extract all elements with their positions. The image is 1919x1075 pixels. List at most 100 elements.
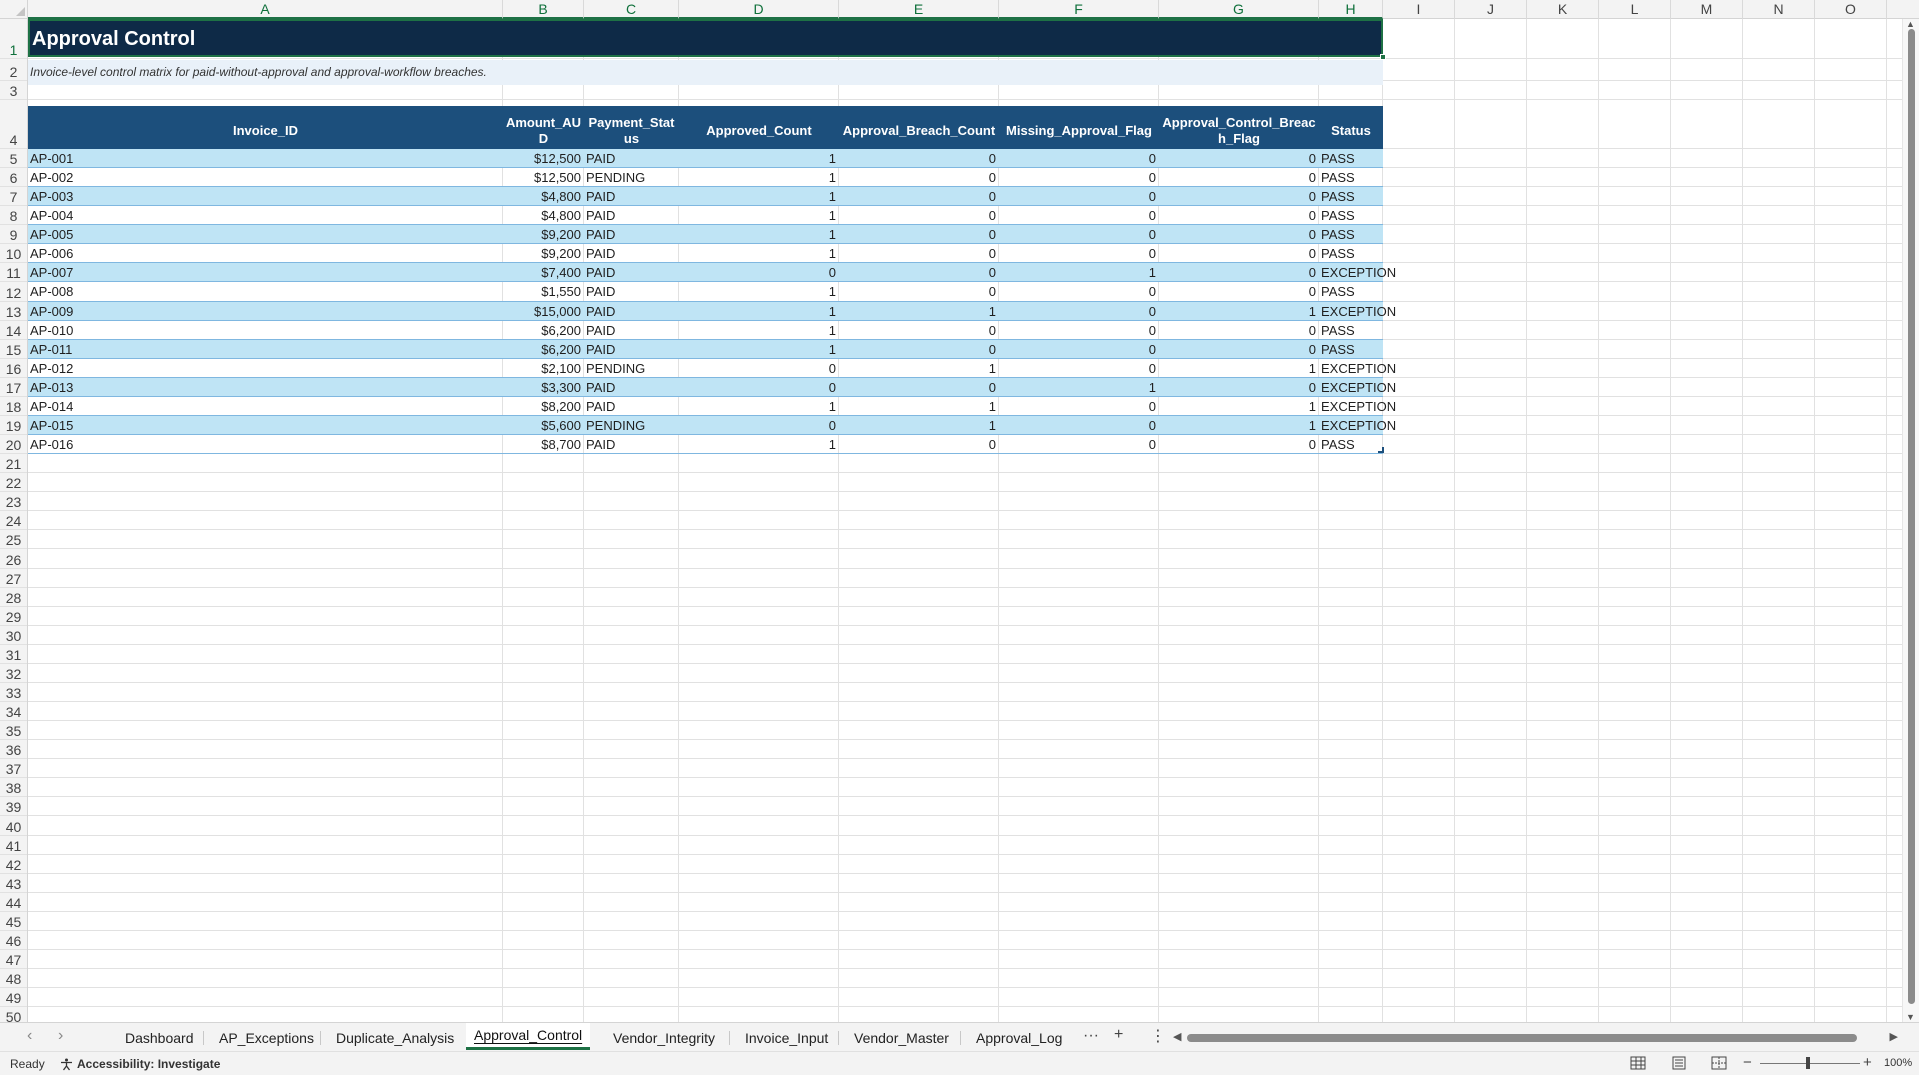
scroll-down-icon[interactable]: ▼ (1906, 1012, 1915, 1022)
vertical-scroll-thumb[interactable] (1908, 29, 1915, 1004)
cell-approval-control-breach-flag[interactable]: 0 (1159, 321, 1319, 340)
table-header-missing-approval-flag[interactable]: Missing_Approval_Flag (999, 106, 1159, 155)
cell-payment-status[interactable]: PAID (584, 244, 679, 263)
cell-amount-aud[interactable]: $7,400 (503, 263, 584, 282)
cell-amount-aud[interactable]: $6,200 (503, 340, 584, 359)
cell-approved-count[interactable]: 0 (679, 416, 839, 435)
cell-status[interactable]: PASS (1319, 340, 1383, 359)
column-header-k[interactable]: K (1527, 0, 1599, 19)
cell-approval-control-breach-flag[interactable]: 0 (1159, 378, 1319, 397)
cell-status[interactable]: EXCEPTION (1319, 378, 1396, 397)
cell-amount-aud[interactable]: $5,600 (503, 416, 584, 435)
cell-payment-status[interactable]: PENDING (584, 416, 679, 435)
cell-approved-count[interactable]: 1 (679, 321, 839, 340)
cell-invoice-id[interactable]: AP-002 (28, 168, 503, 187)
row-header-7[interactable]: 7 (0, 187, 27, 207)
cell-approval-control-breach-flag[interactable]: 0 (1159, 187, 1319, 206)
column-header-l[interactable]: L (1599, 0, 1671, 19)
row-header-50[interactable]: 50 (0, 1007, 27, 1022)
cell-status[interactable]: EXCEPTION (1319, 302, 1396, 321)
cell-missing-approval-flag[interactable]: 0 (999, 302, 1159, 321)
cell-payment-status[interactable]: PAID (584, 340, 679, 359)
column-header-m[interactable]: M (1671, 0, 1743, 19)
cell-invoice-id[interactable]: AP-009 (28, 302, 503, 321)
cell-payment-status[interactable]: PENDING (584, 168, 679, 187)
cell-amount-aud[interactable]: $2,100 (503, 359, 584, 378)
cell-approval-breach-count[interactable]: 0 (839, 378, 999, 397)
cell-approved-count[interactable]: 0 (679, 359, 839, 378)
cell-payment-status[interactable]: PAID (584, 302, 679, 321)
row-header-46[interactable]: 46 (0, 931, 27, 950)
cell-amount-aud[interactable]: $15,000 (503, 302, 584, 321)
row-header-14[interactable]: 14 (0, 321, 27, 340)
cell-approval-breach-count[interactable]: 0 (839, 282, 999, 301)
cell-approval-control-breach-flag[interactable]: 0 (1159, 168, 1319, 187)
cell-status[interactable]: PASS (1319, 244, 1383, 263)
row-header-27[interactable]: 27 (0, 569, 27, 588)
cell-invoice-id[interactable]: AP-016 (28, 435, 503, 454)
row-header-42[interactable]: 42 (0, 855, 27, 874)
cell-approval-control-breach-flag[interactable]: 0 (1159, 435, 1319, 454)
column-header-a[interactable]: A (28, 0, 503, 19)
accessibility-status[interactable]: Accessibility: Investigate (60, 1057, 220, 1071)
cell-amount-aud[interactable]: $8,200 (503, 397, 584, 416)
cell-status[interactable]: EXCEPTION (1319, 359, 1396, 378)
cell-status[interactable]: PASS (1319, 187, 1383, 206)
cell-amount-aud[interactable]: $4,800 (503, 187, 584, 206)
cell-amount-aud[interactable]: $9,200 (503, 244, 584, 263)
sheet-tab-invoice-input[interactable]: Invoice_Input (743, 1027, 830, 1049)
cell-payment-status[interactable]: PAID (584, 263, 679, 282)
cell-invoice-id[interactable]: AP-011 (28, 340, 503, 359)
row-header-2[interactable]: 2 (0, 59, 27, 81)
cell-invoice-id[interactable]: AP-001 (28, 149, 503, 168)
sheet-tab-vendor-integrity[interactable]: Vendor_Integrity (611, 1027, 717, 1049)
column-header-b[interactable]: B (503, 0, 584, 19)
row-header-4[interactable]: 4 (0, 100, 27, 149)
row-header-39[interactable]: 39 (0, 797, 27, 817)
add-sheet-button[interactable]: + (1114, 1026, 1123, 1044)
cell-missing-approval-flag[interactable]: 0 (999, 282, 1159, 301)
cell-approval-breach-count[interactable]: 0 (839, 206, 999, 225)
cell-approved-count[interactable]: 1 (679, 435, 839, 454)
cell-missing-approval-flag[interactable]: 0 (999, 225, 1159, 244)
row-header-11[interactable]: 11 (0, 263, 27, 283)
cell-amount-aud[interactable]: $1,550 (503, 282, 584, 301)
cell-approval-breach-count[interactable]: 0 (839, 225, 999, 244)
cell-approval-control-breach-flag[interactable]: 1 (1159, 359, 1319, 378)
row-header-23[interactable]: 23 (0, 492, 27, 512)
cell-amount-aud[interactable]: $12,500 (503, 149, 584, 168)
cell-approval-breach-count[interactable]: 1 (839, 416, 999, 435)
scroll-right-icon[interactable]: ▶ (1890, 1030, 1898, 1043)
cell-approved-count[interactable]: 1 (679, 282, 839, 301)
cell-invoice-id[interactable]: AP-006 (28, 244, 503, 263)
row-header-18[interactable]: 18 (0, 397, 27, 416)
cell-invoice-id[interactable]: AP-013 (28, 378, 503, 397)
sheet-tab-approval-log[interactable]: Approval_Log (974, 1027, 1064, 1049)
cell-approved-count[interactable]: 1 (679, 168, 839, 187)
cell-approved-count[interactable]: 1 (679, 225, 839, 244)
zoom-level[interactable]: 100% (1884, 1057, 1912, 1069)
row-header-40[interactable]: 40 (0, 816, 27, 836)
cell-invoice-id[interactable]: AP-003 (28, 187, 503, 206)
cell-approved-count[interactable]: 0 (679, 263, 839, 282)
cell-status[interactable]: PASS (1319, 225, 1383, 244)
row-header-47[interactable]: 47 (0, 950, 27, 969)
cell-payment-status[interactable]: PAID (584, 187, 679, 206)
sheet-tab-duplicate-analysis[interactable]: Duplicate_Analysis (334, 1027, 456, 1049)
table-header-approval-control-breach-flag[interactable]: Approval_Control_Breac h_Flag (1159, 106, 1319, 155)
spreadsheet-grid[interactable]: ABCDEFGHIJKLMNO 1 2 3 4 5 6 7 8 9 10 11 12 13 14 15 16 1… (0, 0, 1919, 1022)
row-header-49[interactable]: 49 (0, 988, 27, 1008)
more-tabs-button[interactable]: ··· (1083, 1027, 1099, 1045)
row-header-3[interactable]: 3 (0, 81, 27, 100)
cell-payment-status[interactable]: PAID (584, 225, 679, 244)
cell-payment-status[interactable]: PAID (584, 378, 679, 397)
cell-payment-status[interactable]: PAID (584, 435, 679, 454)
row-header-48[interactable]: 48 (0, 969, 27, 989)
cell-missing-approval-flag[interactable]: 0 (999, 416, 1159, 435)
cell-status[interactable]: PASS (1319, 168, 1383, 187)
horizontal-scroll-thumb[interactable] (1187, 1034, 1857, 1042)
cell-payment-status[interactable]: PAID (584, 149, 679, 168)
row-header-34[interactable]: 34 (0, 702, 27, 722)
cell-status[interactable]: EXCEPTION (1319, 263, 1396, 282)
cell-missing-approval-flag[interactable]: 0 (999, 149, 1159, 168)
